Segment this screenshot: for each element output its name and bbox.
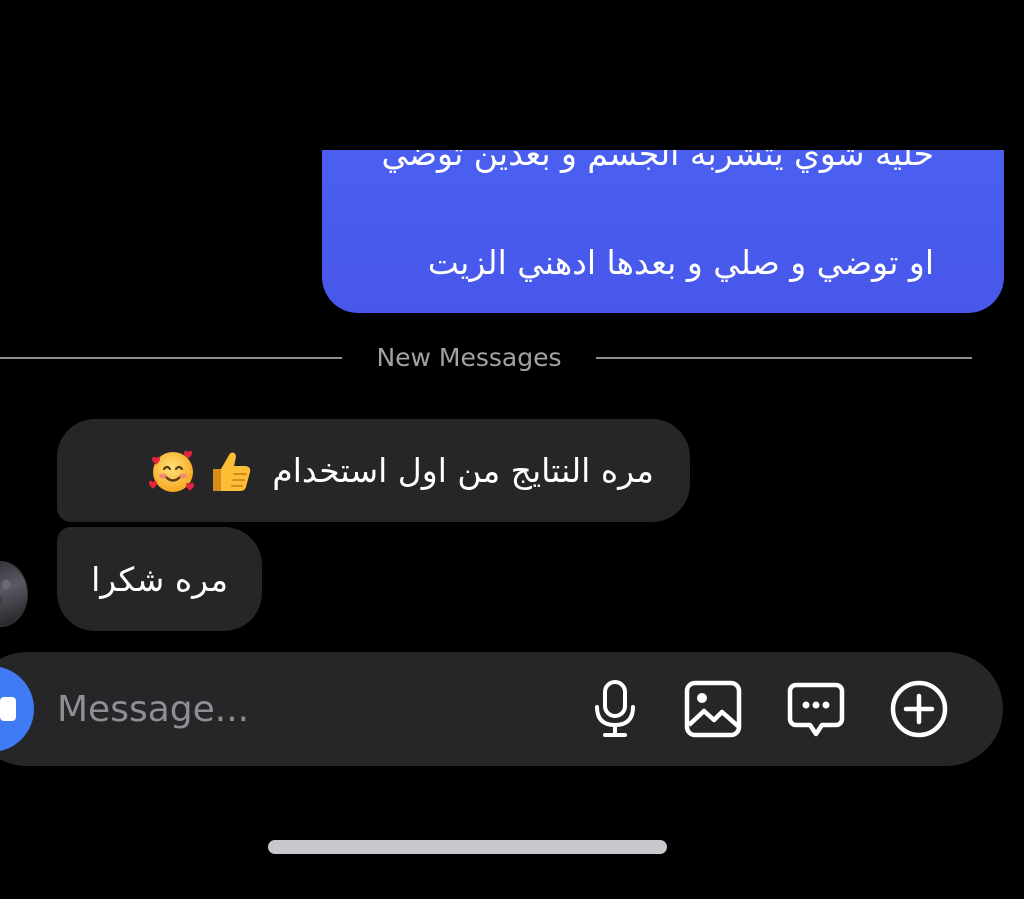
sent-message-bubble[interactable]: خليه شوي يتشربه الجسم و بعدين توضي او تو…	[322, 150, 1004, 313]
sent-message-line: او توضي و صلي و بعدها ادهني الزيت	[427, 243, 934, 282]
new-messages-label: New Messages	[376, 343, 562, 372]
received-message-text: مره شكرا	[91, 559, 228, 599]
microphone-button[interactable]	[585, 679, 645, 739]
sticker-icon	[787, 682, 845, 737]
sent-message-line-partial: خليه شوي يتشربه الجسم و بعدين توضي	[381, 150, 934, 173]
sticker-button[interactable]	[786, 679, 846, 739]
thumbs-up-emoji	[213, 452, 251, 491]
new-messages-divider: New Messages	[0, 342, 1024, 374]
sender-avatar[interactable]	[0, 561, 28, 627]
message-input[interactable]	[57, 683, 477, 735]
smiling-face-with-hearts-emoji	[149, 450, 195, 492]
home-indicator[interactable]	[268, 840, 667, 854]
emoji-group	[146, 445, 256, 497]
divider-rule-right	[596, 357, 972, 359]
add-button[interactable]	[889, 679, 949, 739]
received-message-bubble[interactable]: مره شكرا	[57, 527, 262, 631]
received-message-bubble[interactable]: مره النتايج من اول استخدام	[57, 419, 690, 522]
camera-icon	[0, 697, 16, 721]
gallery-button[interactable]	[683, 679, 743, 739]
divider-rule-left	[0, 357, 342, 359]
received-message-text: مره النتايج من اول استخدام	[272, 451, 654, 490]
add-icon	[890, 680, 948, 738]
gallery-icon	[684, 680, 742, 738]
microphone-icon	[595, 680, 635, 737]
